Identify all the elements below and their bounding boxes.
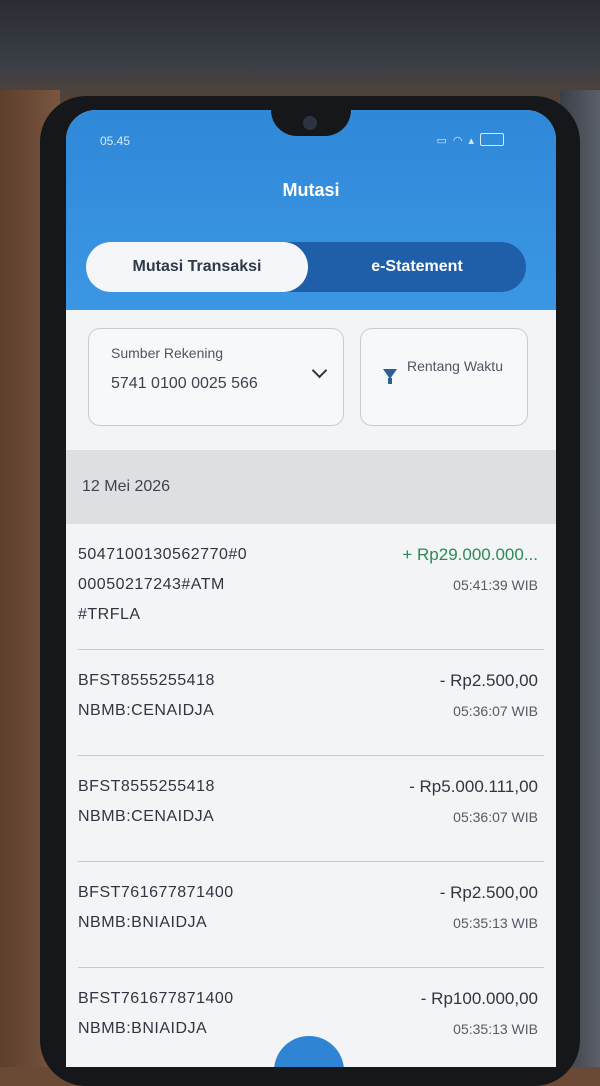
chevron-down-icon — [311, 362, 328, 379]
filter-icon — [383, 369, 397, 384]
transaction-description: BFST8555255418 NBMB:CENAIDJA — [78, 778, 215, 825]
date-group-header: 12 Mei 2026 — [66, 450, 556, 524]
transaction-description: BFST8555255418 NBMB:CENAIDJA — [78, 672, 215, 719]
transaction-time: 05:36:07 WIB — [453, 703, 538, 719]
tab-e-statement[interactable]: e-Statement — [308, 242, 526, 292]
status-time: 05.45 — [100, 134, 131, 148]
wifi-icon: ◠ — [452, 135, 463, 147]
transaction-description: BFST761677871400 NBMB:BNIAIDJA — [78, 884, 234, 931]
account-selector[interactable]: Sumber Rekening 5741 0100 0025 566 — [88, 328, 344, 426]
transaction-time: 05:41:39 WIB — [453, 577, 538, 593]
transaction-amount: - Rp5.000.111,00 — [409, 777, 538, 796]
tab-mutasi-transaksi[interactable]: Mutasi Transaksi — [86, 242, 308, 292]
app-screen: 05.45 ▭ ◠ ▴ Mutasi Mutasi Transaksi e-St… — [66, 110, 556, 1067]
date-range-filter[interactable]: Rentang Waktu — [360, 328, 528, 426]
tab-bar: Mutasi Transaksi e-Statement — [86, 242, 526, 292]
transaction-list: 504710013056277​0#0 00050217243#ATM #TRF… — [66, 524, 556, 1067]
account-number: 5741 0100 0025 566 — [111, 375, 258, 392]
transaction-row[interactable]: BFST761677871400 NBMB:BNIAIDJA - Rp2.500… — [66, 862, 556, 968]
camera-icon — [303, 116, 317, 130]
transaction-amount: - Rp2.500,00 — [439, 671, 538, 690]
transaction-time: 05:35:13 WIB — [453, 915, 538, 931]
transaction-row[interactable]: 504710013056277​0#0 00050217243#ATM #TRF… — [66, 524, 556, 650]
transaction-amount: - Rp2.500,00 — [439, 883, 538, 902]
transaction-time: 05:35:13 WIB — [453, 1021, 538, 1037]
transaction-description: BFST761677871400 NBMB:BNIAIDJA — [78, 990, 234, 1037]
transaction-amount: + Rp29.000.000... — [402, 545, 538, 564]
battery-icon — [480, 133, 504, 146]
transaction-time: 05:36:07 WIB — [453, 809, 538, 825]
page-title: Mutasi — [282, 180, 340, 200]
transaction-row[interactable]: BFST8555255418 NBMB:CENAIDJA - Rp5.000.1… — [66, 756, 556, 862]
status-icons: ▭ ◠ ▴ — [436, 133, 504, 147]
signal-icon: ▴ — [468, 135, 474, 147]
transaction-description: 504710013056277​0#0 00050217243#ATM #TRF… — [78, 546, 248, 623]
transaction-row[interactable]: BFST8555255418 NBMB:CENAIDJA - Rp2.500,0… — [66, 650, 556, 756]
app-header: 05.45 ▭ ◠ ▴ Mutasi Mutasi Transaksi e-St… — [66, 110, 556, 310]
desk-background — [0, 0, 600, 110]
account-label: Sumber Rekening — [111, 345, 224, 361]
date-label: 12 Mei 2026 — [82, 478, 171, 495]
transaction-amount: - Rp100.000,00 — [420, 989, 538, 1008]
sim-icon: ▭ — [436, 135, 447, 147]
date-range-label: Rentang Waktu — [407, 358, 503, 374]
